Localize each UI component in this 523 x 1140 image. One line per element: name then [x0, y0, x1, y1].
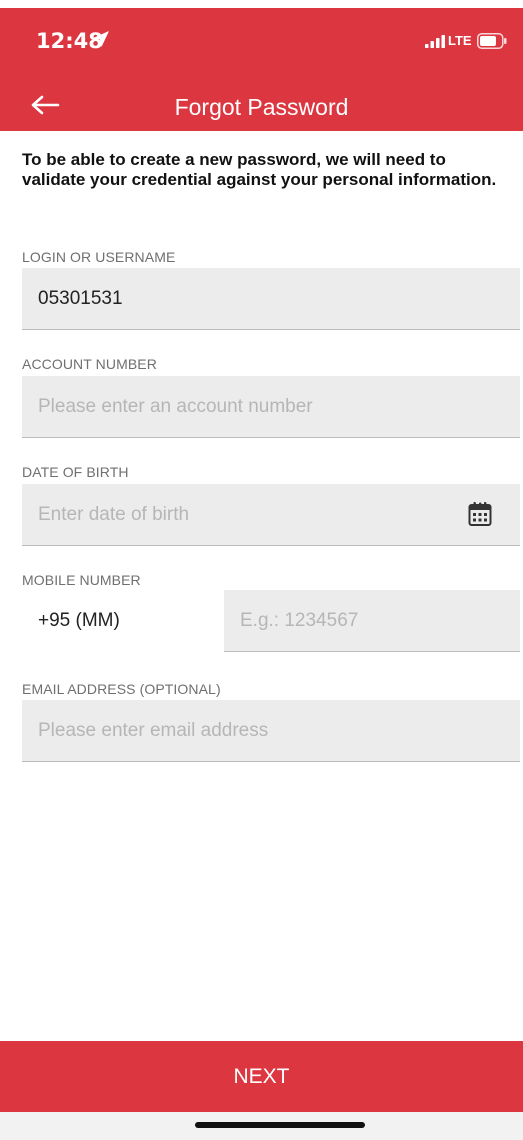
mobile-number-field[interactable]: E.g.: 1234567	[224, 590, 520, 652]
network-label: LTE	[448, 33, 472, 48]
next-button[interactable]: NEXT	[0, 1041, 523, 1112]
forgot-password-screen: 12:48 LTE Forgot Password To be able to …	[0, 0, 523, 1140]
location-arrow-icon	[93, 31, 109, 47]
home-indicator[interactable]	[195, 1122, 365, 1128]
login-value: 05301531	[38, 287, 123, 309]
signal-bars-icon	[425, 35, 445, 48]
email-placeholder: Please enter email address	[38, 719, 269, 741]
account-number-placeholder: Please enter an account number	[38, 395, 313, 417]
battery-icon	[477, 33, 507, 49]
page-title: Forgot Password	[174, 94, 349, 120]
mobile-number-label: MOBILE NUMBER	[22, 572, 141, 588]
status-bar: 12:48 LTE	[0, 8, 523, 72]
calendar-icon[interactable]	[468, 501, 492, 527]
login-label: LOGIN OR USERNAME	[22, 249, 176, 265]
date-of-birth-label: DATE OF BIRTH	[22, 464, 129, 480]
account-number-label: ACCOUNT NUMBER	[22, 356, 157, 372]
email-field[interactable]: Please enter email address	[22, 700, 520, 762]
account-number-field[interactable]: Please enter an account number	[22, 376, 520, 438]
date-of-birth-field[interactable]: Enter date of birth	[22, 484, 520, 546]
intro-text: To be able to create a new password, we …	[22, 150, 497, 189]
country-code-select[interactable]: +95 (MM)	[22, 590, 212, 652]
mobile-number-placeholder: E.g.: 1234567	[240, 609, 359, 631]
country-code-value: +95 (MM)	[38, 610, 120, 631]
date-of-birth-placeholder: Enter date of birth	[38, 503, 190, 525]
login-field[interactable]: 05301531	[22, 268, 520, 330]
header: 12:48 LTE Forgot Password	[0, 8, 523, 131]
email-label: EMAIL ADDRESS (OPTIONAL)	[22, 681, 221, 697]
home-indicator-area	[0, 1112, 523, 1140]
app-bar: Forgot Password	[0, 72, 523, 131]
